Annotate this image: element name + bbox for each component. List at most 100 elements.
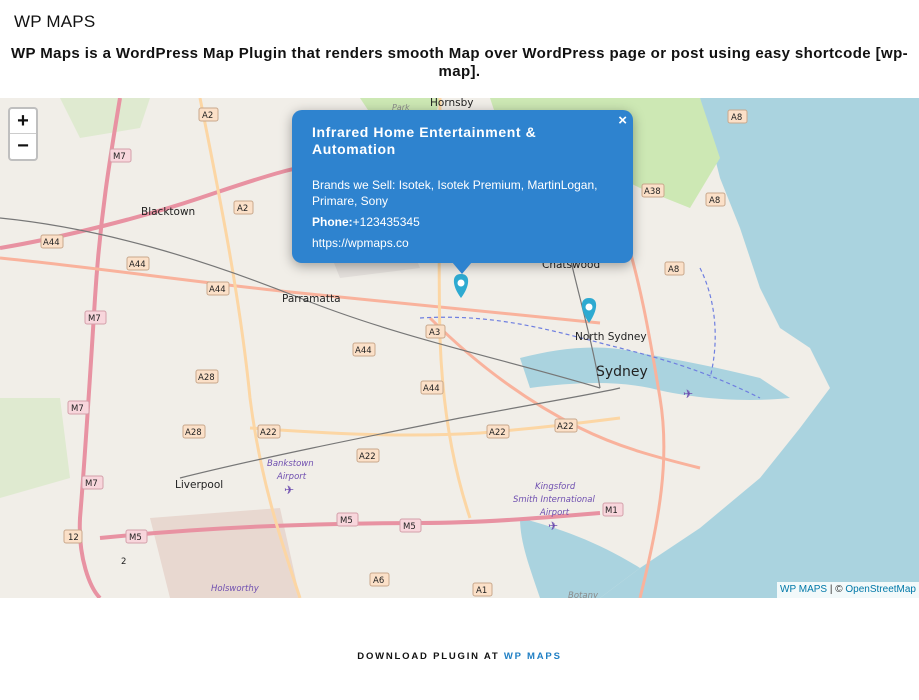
road-shield-a44-2: A44: [206, 281, 230, 296]
place-label-bankstown-airport-2: Airport: [276, 472, 307, 482]
airport-icon-kingsford: ✈: [548, 519, 558, 533]
road-shield-m7-south: M7: [67, 400, 90, 415]
road-shield-a22-1: A22: [257, 424, 281, 439]
attribution-osm-link[interactable]: OpenStreetMap: [845, 584, 916, 595]
svg-text:A28: A28: [185, 428, 202, 438]
attribution-separator: | ©: [827, 584, 846, 595]
park-west: [60, 98, 150, 138]
popup-url[interactable]: https://wpmaps.co: [312, 236, 613, 251]
svg-text:A22: A22: [557, 422, 574, 432]
svg-text:M5: M5: [403, 522, 416, 532]
svg-text:M5: M5: [340, 516, 353, 526]
place-label-blacktown: Blacktown: [141, 206, 195, 218]
road-shield-m1: M1: [602, 502, 624, 517]
place-label-kingsford-3: Airport: [539, 508, 570, 518]
svg-text:A8: A8: [731, 113, 742, 123]
svg-text:M7: M7: [113, 152, 126, 162]
road-shield-a28-2: A28: [182, 424, 206, 439]
road-shield-a2-north: A2: [198, 107, 219, 122]
popup-brands: Brands we Sell: Isotek, Isotek Premium, …: [312, 178, 598, 208]
road-shield-m5-1: M5: [125, 529, 148, 544]
road-shield-a44-4: A44: [420, 380, 444, 395]
place-label-kingsford-2: Smith International: [513, 495, 595, 505]
close-icon[interactable]: ×: [618, 112, 627, 129]
place-label-bankstown-airport-1: Bankstown: [267, 459, 314, 469]
motorway-m7: [77, 98, 122, 598]
place-label-hornsby: Hornsby: [430, 98, 473, 109]
place-label-liverpool: Liverpool: [175, 479, 223, 491]
ferry-route-manly: [699, 267, 716, 379]
map-marker-north-sydney[interactable]: [581, 298, 597, 323]
svg-text:A2: A2: [237, 204, 248, 214]
footer-wpmaps-link[interactable]: WP MAPS: [504, 651, 562, 662]
place-label-parramatta: Parramatta: [282, 293, 341, 305]
road-shield-a44-3: A44: [352, 342, 376, 357]
road-shield-a8-2: A8: [705, 192, 726, 207]
zoom-in-button[interactable]: +: [10, 109, 36, 134]
road-shield-a2: A2: [233, 200, 254, 215]
place-label-north-sydney: North Sydney: [575, 331, 647, 343]
svg-text:A44: A44: [209, 285, 226, 295]
popup-phone-number: +123435345: [352, 215, 420, 229]
footer: DOWNLOAD PLUGIN AT WP MAPS: [0, 651, 919, 662]
popup-phone: Phone:+123435345: [312, 215, 613, 230]
svg-text:A22: A22: [489, 428, 506, 438]
road-shield-a22-4: A22: [554, 418, 578, 433]
place-label-holsworthy: Holsworthy: [211, 584, 260, 594]
svg-text:M5: M5: [129, 533, 142, 543]
svg-text:A8: A8: [709, 196, 720, 206]
road-shield-a22-2: A22: [356, 448, 380, 463]
map-attribution: WP MAPS | © OpenStreetMap: [777, 582, 919, 598]
svg-text:A3: A3: [429, 328, 440, 338]
svg-text:A44: A44: [43, 238, 60, 248]
zoom-out-button[interactable]: −: [10, 134, 36, 159]
svg-text:A44: A44: [129, 260, 146, 270]
road-shield-a8-1: A8: [727, 109, 748, 124]
airport-icon-harbour: ✈: [683, 387, 693, 401]
road-a8: [618, 217, 666, 598]
road-shield-m7-north: M7: [109, 148, 132, 163]
intro-text: WP Maps is a WordPress Map Plugin that r…: [10, 45, 909, 80]
svg-text:M7: M7: [88, 314, 101, 324]
place-label-botany: Botany: [568, 591, 599, 598]
svg-text:A1: A1: [476, 586, 487, 596]
place-label-sydney: Sydney: [596, 364, 648, 380]
svg-text:A28: A28: [198, 373, 215, 383]
road-shield-a22-3: A22: [486, 424, 510, 439]
popup-tip: [452, 262, 472, 274]
road-shield-a44-1: A44: [126, 256, 150, 271]
svg-text:A6: A6: [373, 576, 384, 586]
info-popup: × Infrared Home Entertainment & Automati…: [292, 110, 633, 274]
svg-text:A44: A44: [423, 384, 440, 394]
road-shield-a28-1: A28: [195, 369, 219, 384]
road-shield-a8-3: A8: [664, 261, 685, 276]
road-shield-a6: A6: [369, 572, 390, 587]
svg-text:A38: A38: [644, 187, 661, 197]
road-shield-a38: A38: [641, 183, 665, 198]
popup-phone-label: Phone:: [312, 215, 353, 229]
road-shield-a3: A3: [425, 324, 446, 339]
svg-text:M7: M7: [71, 404, 84, 414]
place-label-kingsford-1: Kingsford: [535, 482, 576, 492]
park-southwest: [0, 398, 70, 498]
zoom-control: + −: [8, 107, 38, 161]
svg-text:A2: A2: [202, 111, 213, 121]
site-title: WP MAPS: [14, 12, 96, 31]
attribution-wpmaps-link[interactable]: WP MAPS: [780, 584, 827, 595]
road-shield-a1: A1: [472, 582, 493, 597]
road-shield-m7-mid: M7: [84, 310, 107, 325]
rail-bankstown: [179, 387, 621, 479]
svg-text:M7: M7: [85, 479, 98, 489]
road-label-2: 2: [121, 557, 126, 567]
popup-title: Infrared Home Entertainment & Automation: [312, 124, 537, 157]
map-marker-infrared[interactable]: [453, 274, 469, 298]
road-shield-12: 12: [63, 529, 83, 544]
footer-text: DOWNLOAD PLUGIN AT: [357, 651, 504, 662]
road-shield-m5-3: M5: [399, 518, 422, 533]
road-shield-a44-west: A44: [40, 234, 64, 249]
svg-text:A22: A22: [260, 428, 277, 438]
svg-text:A22: A22: [359, 452, 376, 462]
svg-text:12: 12: [68, 533, 79, 543]
svg-text:A44: A44: [355, 346, 372, 356]
road-shield-m7-far-south: M7: [81, 475, 104, 490]
